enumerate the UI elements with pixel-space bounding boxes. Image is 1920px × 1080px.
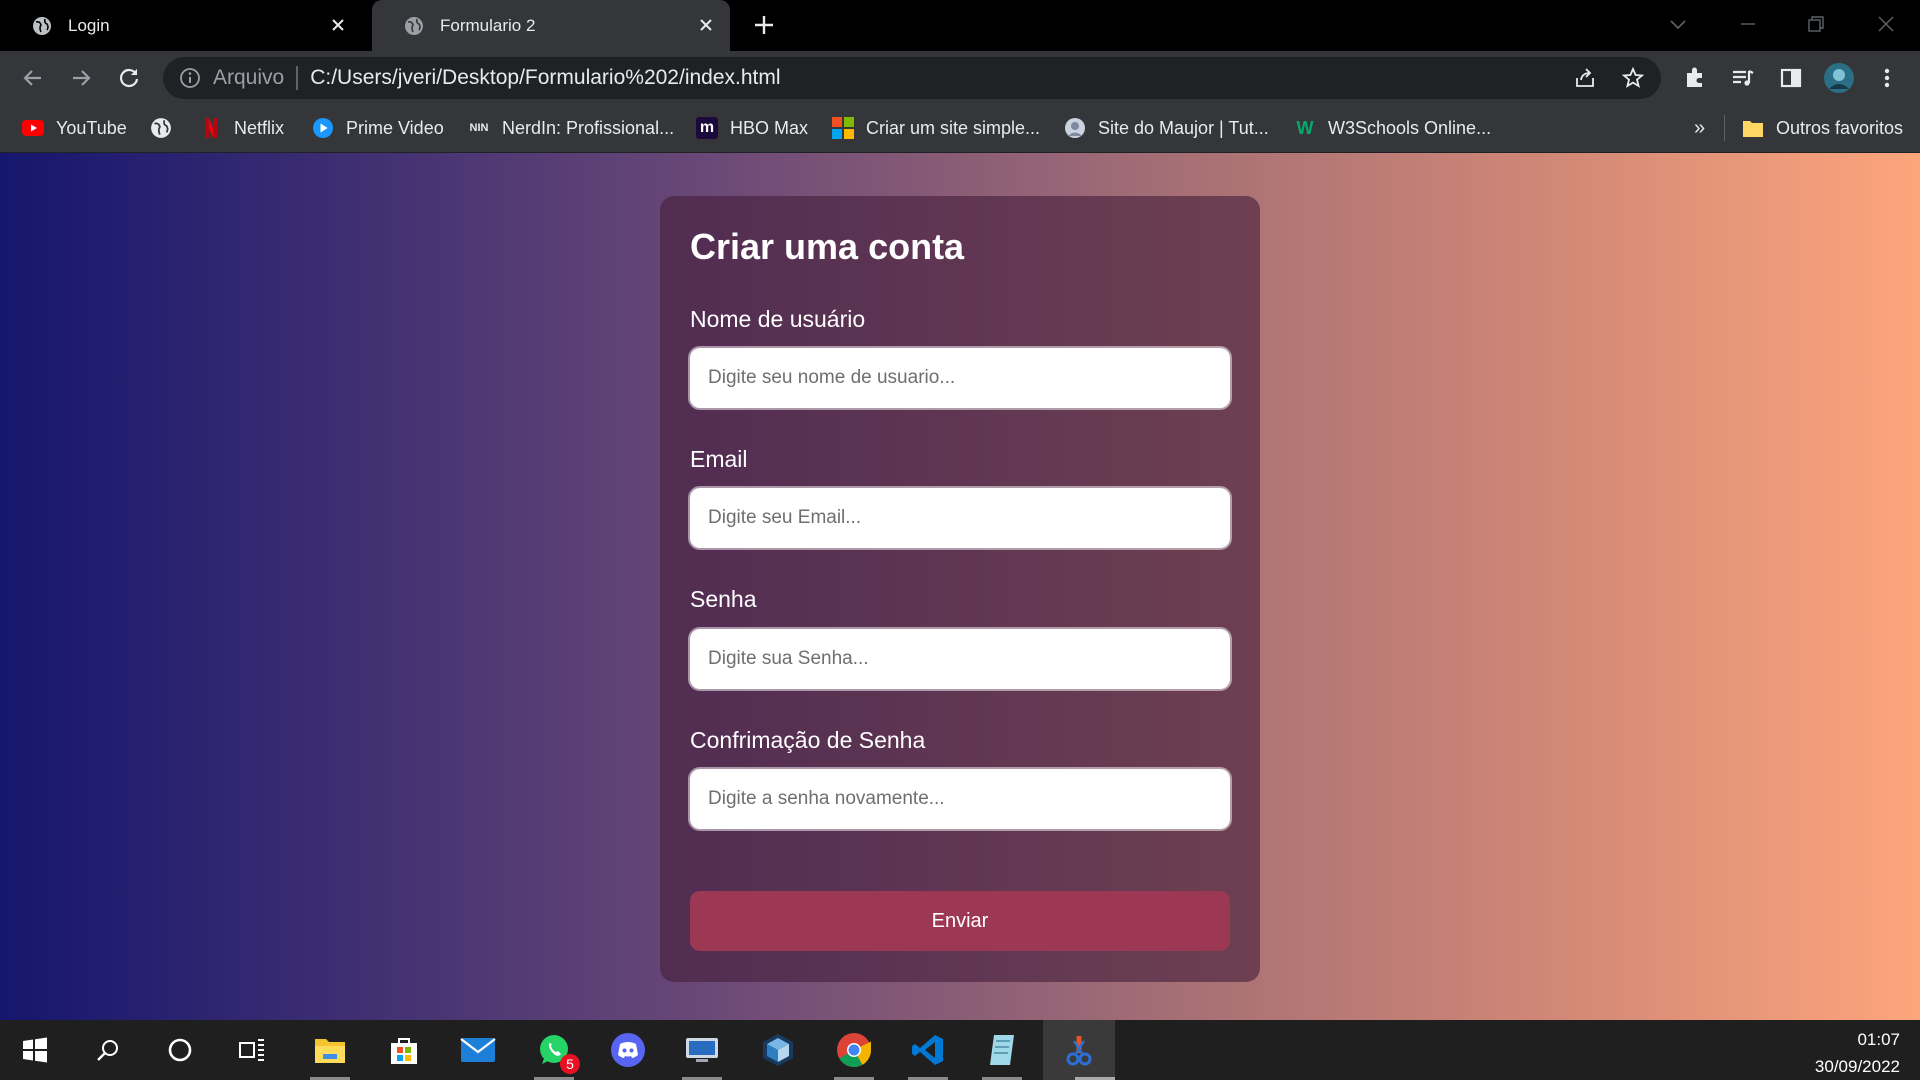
snipping-tool-icon[interactable] — [1059, 1030, 1099, 1070]
address-separator — [296, 66, 299, 90]
profile-avatar[interactable] — [1824, 63, 1854, 93]
tab-title: Formulario 2 — [440, 15, 536, 35]
w3schools-icon: W — [1296, 117, 1314, 138]
hbo-max-icon: m — [696, 117, 718, 139]
protocol-label: Arquivo — [213, 66, 285, 89]
new-tab-plus-icon[interactable] — [752, 13, 776, 37]
username-label: Nome de usuário — [690, 306, 866, 332]
bookmark-nerdin[interactable]: NIN NerdIn: Profissional... — [468, 105, 675, 151]
back-arrow-icon[interactable] — [20, 65, 46, 91]
bookmark-label: Criar um site simple... — [866, 117, 1041, 138]
maujor-icon — [1064, 117, 1086, 139]
vscode-icon[interactable] — [908, 1030, 948, 1070]
media-queue-icon[interactable] — [1730, 65, 1756, 91]
side-panel-icon[interactable] — [1778, 65, 1804, 91]
clock-date: 30/09/2022 — [1814, 1057, 1900, 1076]
microsoft-icon — [832, 117, 854, 139]
extensions-puzzle-icon[interactable] — [1682, 65, 1708, 91]
remote-desktop-icon[interactable] — [682, 1030, 722, 1070]
bookmarks-overflow-button[interactable]: » — [1694, 105, 1705, 151]
prime-video-icon — [312, 117, 334, 139]
bookmark-globe[interactable] — [150, 105, 184, 151]
bookmark-hbo-max[interactable]: m HBO Max — [696, 105, 808, 151]
bookmark-label: W3Schools Online... — [1328, 117, 1492, 138]
bookmark-label: YouTube — [56, 117, 127, 138]
email-label: Email — [690, 446, 748, 472]
password-label: Senha — [690, 586, 757, 612]
close-window-icon[interactable] — [1874, 12, 1898, 36]
globe-icon — [405, 16, 423, 35]
file-explorer-icon[interactable] — [310, 1030, 350, 1070]
chrome-icon[interactable] — [834, 1030, 874, 1070]
reload-icon[interactable] — [116, 65, 142, 91]
system-clock[interactable]: 01:07 30/09/2022 — [1815, 1026, 1900, 1080]
address-bar[interactable]: Arquivo C:/Users/jveri/Desktop/Formulari… — [163, 57, 1661, 99]
netflix-icon — [200, 117, 222, 139]
task-view-icon[interactable] — [232, 1030, 272, 1070]
bookmarks-bar: YouTube Netflix Prime Video NIN NerdIn: … — [0, 105, 1920, 153]
taskbar: 5 01:07 30/09/2022 — [0, 1020, 1920, 1080]
bookmark-label: Prime Video — [346, 117, 444, 138]
bookmark-criar-site[interactable]: Criar um site simple... — [832, 105, 1040, 151]
close-icon[interactable] — [328, 15, 348, 35]
username-input[interactable] — [690, 348, 1230, 408]
other-bookmarks-folder[interactable]: Outros favoritos — [1742, 105, 1903, 151]
tab-strip: Login Formulario 2 — [0, 0, 1920, 51]
virtualbox-icon[interactable] — [758, 1030, 798, 1070]
search-icon[interactable] — [88, 1030, 128, 1070]
bookmark-label: HBO Max — [730, 117, 809, 138]
whatsapp-icon[interactable]: 5 — [534, 1030, 580, 1074]
microsoft-store-icon[interactable] — [384, 1030, 424, 1070]
form-title: Criar uma conta — [690, 226, 965, 267]
nerdin-icon: NIN — [469, 122, 489, 134]
email-input[interactable] — [690, 488, 1230, 548]
windows-start-icon[interactable] — [15, 1030, 55, 1070]
confirm-password-label: Confrimação de Senha — [690, 727, 926, 753]
bookmark-prime-video[interactable]: Prime Video — [312, 105, 444, 151]
info-icon[interactable] — [179, 67, 201, 89]
submit-button[interactable]: Enviar — [690, 891, 1230, 951]
password-input[interactable] — [690, 629, 1230, 689]
globe-icon — [150, 117, 172, 139]
clock-time: 01:07 — [1857, 1030, 1900, 1049]
bookmark-netflix[interactable]: Netflix — [200, 105, 284, 151]
discord-icon[interactable] — [608, 1030, 648, 1070]
cortana-icon[interactable] — [160, 1030, 200, 1070]
confirm-password-input[interactable] — [690, 769, 1230, 829]
close-icon[interactable] — [696, 15, 716, 35]
bookmark-youtube[interactable]: YouTube — [22, 105, 127, 151]
bookmarks-divider — [1724, 115, 1725, 141]
bookmark-maujor[interactable]: Site do Maujor | Tut... — [1064, 105, 1269, 151]
bookmark-w3schools[interactable]: W W3Schools Online... — [1294, 105, 1492, 151]
bookmark-label: Outros favoritos — [1776, 117, 1904, 138]
restore-icon[interactable] — [1804, 12, 1828, 36]
notepad-icon[interactable] — [982, 1030, 1022, 1070]
folder-icon — [1742, 117, 1764, 139]
star-icon[interactable] — [1621, 66, 1645, 90]
tab-title: Login — [68, 15, 110, 35]
browser-toolbar: Arquivo C:/Users/jveri/Desktop/Formulari… — [0, 51, 1920, 105]
youtube-icon — [22, 117, 44, 139]
mail-icon[interactable] — [458, 1030, 498, 1070]
share-icon[interactable] — [1573, 66, 1597, 90]
bookmark-label: NerdIn: Profissional... — [502, 117, 675, 138]
notification-badge: 5 — [560, 1054, 580, 1074]
tab-login[interactable]: Login — [0, 0, 362, 51]
forward-arrow-icon[interactable] — [68, 65, 94, 91]
url-text[interactable]: C:/Users/jveri/Desktop/Formulario%202/in… — [310, 66, 780, 90]
bookmark-label: Netflix — [234, 117, 285, 138]
signup-card: Criar uma conta Nome de usuário Email Se… — [660, 196, 1260, 982]
more-menu-icon[interactable] — [1874, 65, 1900, 91]
globe-icon — [33, 16, 51, 35]
minimize-icon[interactable] — [1736, 12, 1760, 36]
bookmark-label: Site do Maujor | Tut... — [1098, 117, 1269, 138]
tab-search-chevron-icon[interactable] — [1666, 12, 1690, 36]
page-background: Criar uma conta Nome de usuário Email Se… — [0, 153, 1920, 1020]
tab-formulario-2[interactable]: Formulario 2 — [372, 0, 730, 51]
